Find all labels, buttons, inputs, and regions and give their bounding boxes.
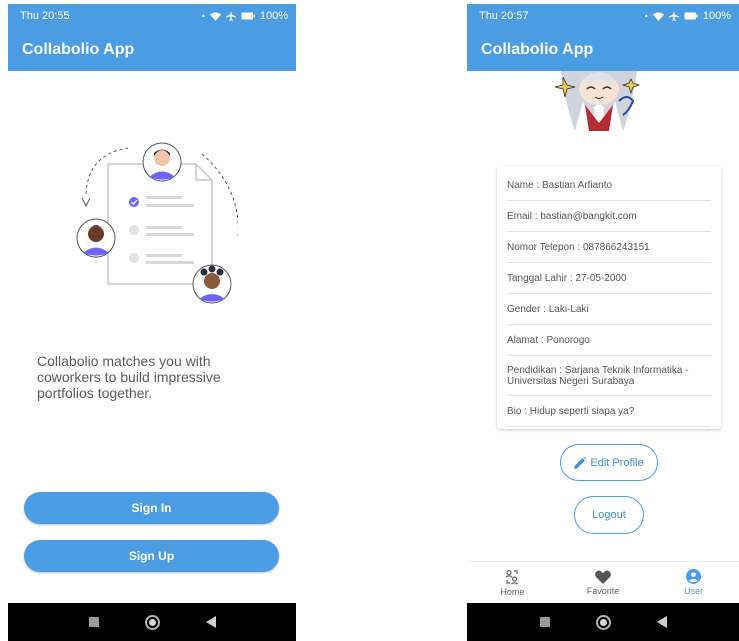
profile-education: Pendidikan : Sarjana Teknik Informatika …: [507, 356, 711, 396]
app-title: Collabolio App: [22, 40, 135, 58]
heart-icon: [595, 570, 611, 584]
system-nav-bar: [467, 603, 739, 641]
back-icon[interactable]: [656, 616, 667, 628]
profile-bio: Bio : Hidup seperti siapa ya?: [507, 396, 711, 427]
bottom-nav: Home Favorite User: [467, 561, 739, 603]
avatar: [553, 71, 645, 155]
airplane-icon: [225, 11, 236, 21]
user-circle-icon: [686, 569, 702, 584]
battery-label: 100%: [702, 10, 731, 22]
home-circle-icon[interactable]: [144, 614, 160, 630]
nav-favorite[interactable]: Favorite: [558, 562, 649, 603]
app-bar: Collabolio App: [8, 28, 296, 71]
status-bar: Thu 20:55 • 100%: [8, 4, 296, 28]
system-nav-bar: [8, 603, 296, 641]
profile-email: Email : bastian@bangkit.com: [507, 201, 711, 232]
home-circle-icon[interactable]: [595, 614, 611, 630]
status-time: Thu 20:57: [479, 10, 529, 22]
airplane-icon: [668, 11, 679, 21]
nav-favorite-label: Favorite: [586, 585, 620, 596]
edit-profile-label: Edit Profile: [590, 456, 644, 469]
sign-up-button[interactable]: Sign Up: [24, 540, 279, 572]
tagline-text: Collabolio matches you with coworkers to…: [37, 353, 221, 401]
status-time: Thu 20:55: [20, 10, 70, 22]
home-people-icon: [505, 569, 519, 584]
illustration-icon: [76, 142, 238, 304]
profile-birth-date: Tanggal Lahir : 27-05-2000: [507, 263, 711, 294]
edit-profile-button[interactable]: Edit Profile: [560, 444, 658, 481]
profile-phone: Nomor Telepon : 087866243151: [507, 232, 711, 263]
welcome-screen: Thu 20:55 • 100% Collabolio App Collabol…: [8, 4, 296, 641]
profile-screen: Thu 20:57 • 100% Collabolio App Name: B…: [467, 4, 739, 641]
sign-in-button[interactable]: Sign In: [24, 492, 279, 524]
profile-name: Name : Bastian Arfianto: [507, 170, 711, 201]
battery-icon: [241, 12, 255, 20]
wifi-icon: [652, 12, 664, 21]
status-bar: Thu 20:57 • 100%: [467, 4, 739, 28]
recents-icon[interactable]: [88, 617, 99, 627]
logout-button[interactable]: Logout: [574, 496, 644, 534]
status-icons: • 100%: [201, 10, 288, 22]
profile-gender: Gender : Laki-Laki: [507, 294, 711, 325]
nav-home[interactable]: Home: [467, 562, 558, 603]
battery-icon: [684, 12, 698, 20]
profile-address: Alamat : Ponorogo: [507, 325, 711, 356]
back-icon[interactable]: [205, 616, 216, 628]
nav-home-label: Home: [500, 586, 525, 597]
app-bar: Collabolio App: [467, 28, 739, 71]
profile-card: Name : Bastian Arfianto Email : bastian@…: [497, 167, 721, 429]
battery-label: 100%: [259, 10, 288, 22]
nav-user-label: User: [684, 586, 704, 596]
recents-icon[interactable]: [539, 617, 550, 627]
pencil-icon: [574, 456, 587, 469]
app-title: Collabolio App: [481, 40, 594, 58]
status-icons: • 100%: [644, 10, 731, 22]
nav-user[interactable]: User: [648, 562, 739, 603]
wifi-icon: [209, 12, 221, 21]
